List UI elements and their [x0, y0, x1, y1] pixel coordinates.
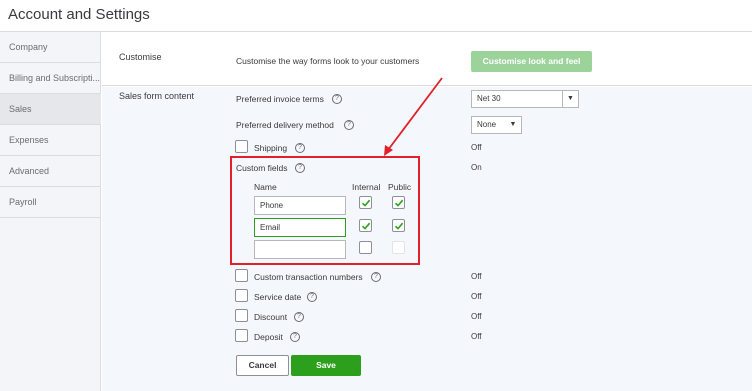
help-icon[interactable]: ?: [307, 292, 317, 302]
discount-status: Off: [471, 312, 482, 321]
help-icon[interactable]: ?: [344, 120, 354, 130]
help-icon[interactable]: ?: [332, 94, 342, 104]
customise-look-button[interactable]: Customise look and feel: [471, 51, 592, 72]
customise-label: Customise: [119, 52, 162, 62]
caret-down-icon: ▼: [509, 121, 517, 128]
invoice-terms-label: Preferred invoice terms: [236, 94, 324, 104]
sidebar-item-advanced[interactable]: Advanced: [0, 156, 101, 187]
deposit-status: Off: [471, 332, 482, 341]
annotation-highlight-box: [230, 156, 420, 265]
shipping-checkbox[interactable]: [235, 140, 248, 153]
invoice-terms-select[interactable]: Net 30 ▼: [471, 90, 579, 108]
service-date-label: Service date: [254, 292, 302, 302]
sales-form-label: Sales form content: [119, 91, 195, 101]
settings-main: Customise Customise the way forms look t…: [102, 32, 752, 391]
sidebar-item-expenses[interactable]: Expenses: [0, 125, 101, 156]
deposit-checkbox[interactable]: [235, 329, 248, 342]
sidebar-item-billing[interactable]: Billing and Subscripti...: [0, 63, 101, 94]
sidebar-item-payroll[interactable]: Payroll: [0, 187, 101, 218]
help-icon[interactable]: ?: [294, 312, 304, 322]
page-title: Account and Settings: [8, 6, 150, 23]
service-date-status: Off: [471, 292, 482, 301]
custom-txn-numbers-status: Off: [471, 272, 482, 281]
settings-sidebar: Company Billing and Subscripti... Sales …: [0, 32, 101, 391]
service-date-checkbox[interactable]: [235, 289, 248, 302]
sidebar-item-sales[interactable]: Sales: [0, 94, 101, 125]
delivery-method-value: None: [477, 120, 497, 129]
invoice-terms-value: Net 30: [477, 94, 501, 103]
help-icon[interactable]: ?: [371, 272, 381, 282]
delivery-method-label: Preferred delivery method: [236, 120, 334, 130]
custom-txn-numbers-label: Custom transaction numbers: [254, 272, 363, 282]
discount-label: Discount: [254, 312, 288, 322]
discount-checkbox[interactable]: [235, 309, 248, 322]
shipping-label: Shipping: [254, 143, 288, 153]
page-header: Account and Settings: [0, 0, 752, 32]
caret-down-icon: ▼: [562, 91, 578, 107]
custom-txn-numbers-checkbox[interactable]: [235, 269, 248, 282]
sidebar-item-company[interactable]: Company: [0, 32, 101, 63]
save-button[interactable]: Save: [291, 355, 361, 376]
sales-form-section: [102, 87, 752, 391]
customise-section: Customise Customise the way forms look t…: [102, 32, 752, 86]
customise-description: Customise the way forms look to your cus…: [236, 56, 420, 66]
deposit-label: Deposit: [254, 332, 283, 342]
shipping-status: Off: [471, 143, 482, 152]
custom-fields-status: On: [471, 163, 482, 172]
help-icon[interactable]: ?: [290, 332, 300, 342]
help-icon[interactable]: ?: [295, 143, 305, 153]
cancel-button[interactable]: Cancel: [236, 355, 289, 376]
delivery-method-select[interactable]: None ▼: [471, 116, 522, 134]
